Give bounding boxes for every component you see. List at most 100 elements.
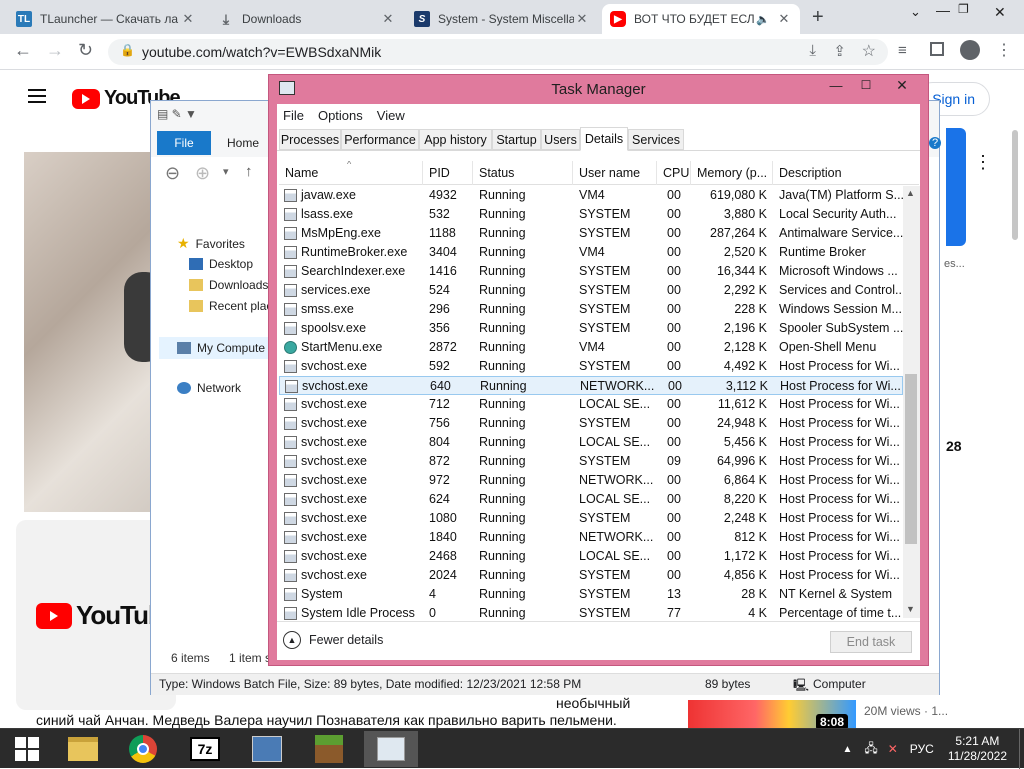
share-icon[interactable]: ⇪ bbox=[833, 42, 846, 60]
end-task-button[interactable]: End task bbox=[830, 631, 912, 653]
fewer-details-button[interactable]: ▲ Fewer details bbox=[283, 631, 383, 649]
forward-icon[interactable]: → bbox=[46, 40, 64, 61]
table-row[interactable]: svchost.exe 2024 Running SYSTEM 00 4,856 K Hos… bbox=[279, 566, 903, 585]
nav-my-computer[interactable]: My Compute bbox=[159, 337, 271, 359]
close-icon[interactable]: ✕ bbox=[180, 11, 196, 27]
sidebar-ad-banner[interactable] bbox=[946, 128, 966, 246]
table-row[interactable]: spoolsv.exe 356 Running SYSTEM 00 2,196 K Spoo… bbox=[279, 319, 903, 338]
tab-startup[interactable]: Startup bbox=[492, 129, 541, 150]
menu-file[interactable]: File bbox=[283, 108, 304, 123]
taskbar-minecraft[interactable] bbox=[302, 731, 356, 767]
table-row[interactable]: SearchIndexer.exe 1416 Running SYSTEM 00 16,3… bbox=[279, 262, 903, 281]
chevron-down-icon[interactable]: ▾ bbox=[223, 165, 229, 178]
hamburger-menu-icon[interactable] bbox=[28, 89, 46, 103]
column-header-pid[interactable]: PID bbox=[423, 161, 473, 185]
table-row[interactable]: lsass.exe 532 Running SYSTEM 00 3,880 K Local … bbox=[279, 205, 903, 224]
forward-icon[interactable]: ⊕ bbox=[195, 163, 210, 184]
table-row[interactable]: System Idle Process 0 Running SYSTEM 77 4 K Pe… bbox=[279, 604, 903, 621]
close-icon[interactable]: ✕ bbox=[881, 75, 923, 95]
tab-performance[interactable]: Performance bbox=[341, 129, 419, 150]
bookmark-star-icon[interactable]: ☆ bbox=[862, 41, 876, 61]
table-row[interactable]: svchost.exe 756 Running SYSTEM 00 24,948 K Hos… bbox=[279, 414, 903, 433]
column-header-status[interactable]: Status bbox=[473, 161, 573, 185]
page-scrollbar[interactable] bbox=[1012, 130, 1018, 240]
table-row[interactable]: smss.exe 296 Running SYSTEM 00 228 K Windows S… bbox=[279, 300, 903, 319]
menu-view[interactable]: View bbox=[377, 108, 405, 123]
install-icon[interactable]: ⤓ bbox=[809, 42, 816, 59]
table-row[interactable]: svchost.exe 2468 Running LOCAL SE... 00 1,172… bbox=[279, 547, 903, 566]
taskbar-chrome[interactable] bbox=[116, 731, 170, 767]
volume-muted-icon[interactable]: ✕ bbox=[888, 742, 898, 756]
table-row[interactable]: svchost.exe 624 Running LOCAL SE... 00 8,220 … bbox=[279, 490, 903, 509]
network-status-icon[interactable]: 🖧 bbox=[864, 739, 877, 760]
chevron-up-icon[interactable]: ▲ bbox=[842, 744, 852, 755]
column-header-user[interactable]: User name bbox=[573, 161, 657, 185]
close-window-icon[interactable]: ✕ bbox=[994, 4, 1006, 21]
table-row[interactable]: javaw.exe 4932 Running VM4 00 619,080 K Java(T… bbox=[279, 186, 903, 205]
table-row[interactable]: StartMenu.exe 2872 Running VM4 00 2,128 K Open… bbox=[279, 338, 903, 357]
back-icon[interactable]: ← bbox=[14, 40, 32, 61]
taskbar-control-panel[interactable] bbox=[240, 731, 294, 767]
tab-tlauncher[interactable]: TL TLauncher — Скачать ла ✕ bbox=[8, 4, 204, 34]
vertical-scrollbar[interactable]: ▲ ▼ bbox=[903, 186, 920, 618]
maximize-icon[interactable]: ☐ bbox=[851, 75, 881, 95]
tab-services[interactable]: Services bbox=[628, 129, 684, 150]
table-row[interactable]: svchost.exe 972 Running NETWORK... 00 6,864 K… bbox=[279, 471, 903, 490]
chrome-menu-icon[interactable]: ⋮ bbox=[996, 40, 1012, 60]
taskbar-task-manager[interactable] bbox=[364, 731, 418, 767]
scroll-down-icon[interactable]: ▼ bbox=[906, 604, 915, 614]
task-manager-window[interactable]: Task Manager — ☐ ✕ File Options View Pro… bbox=[268, 74, 929, 666]
profile-avatar[interactable] bbox=[960, 40, 980, 60]
table-row[interactable]: System 4 Running SYSTEM 13 28 K NT Kernel & Sy… bbox=[279, 585, 903, 604]
address-bar[interactable]: 🔒 youtube.com/watch?v=EWBSdxaNMik ⤓ ⇪ ☆ bbox=[108, 39, 888, 65]
more-options-icon[interactable]: ⋮ bbox=[974, 152, 992, 173]
start-button[interactable] bbox=[0, 731, 54, 767]
table-row[interactable]: svchost.exe 1080 Running SYSTEM 00 2,248 K Hos… bbox=[279, 509, 903, 528]
tab-users[interactable]: Users bbox=[541, 129, 580, 150]
nav-recent-places[interactable]: Recent plac bbox=[189, 299, 272, 313]
close-icon[interactable]: ✕ bbox=[776, 11, 792, 27]
restore-icon[interactable]: ❐ bbox=[958, 2, 969, 16]
scrollbar-thumb[interactable] bbox=[905, 374, 917, 544]
media-control-icon[interactable]: ≡ bbox=[898, 42, 907, 59]
close-icon[interactable]: ✕ bbox=[380, 11, 396, 27]
up-icon[interactable]: ↑ bbox=[245, 163, 253, 180]
minimize-icon[interactable]: — bbox=[821, 75, 851, 95]
nav-downloads[interactable]: Downloads bbox=[189, 278, 268, 292]
tab-details[interactable]: Details bbox=[580, 127, 628, 151]
table-row[interactable]: svchost.exe 640 Running NETWORK... 00 3,112 K… bbox=[279, 376, 903, 395]
scroll-up-icon[interactable]: ▲ bbox=[906, 188, 915, 198]
nav-favorites[interactable]: ★ Favorites bbox=[177, 235, 245, 252]
tab-app-history[interactable]: App history bbox=[419, 129, 492, 150]
table-row[interactable]: svchost.exe 872 Running SYSTEM 09 64,996 K Hos… bbox=[279, 452, 903, 471]
table-row[interactable]: svchost.exe 1840 Running NETWORK... 00 812 K H… bbox=[279, 528, 903, 547]
show-desktop-button[interactable] bbox=[1019, 729, 1024, 769]
column-header-cpu[interactable]: CPU bbox=[657, 161, 691, 185]
table-row[interactable]: svchost.exe 712 Running LOCAL SE... 00 11,612… bbox=[279, 395, 903, 414]
quick-access-toolbar-icon[interactable]: ▤ ✎ ▼ bbox=[157, 107, 197, 121]
task-manager-titlebar[interactable]: Task Manager — ☐ ✕ bbox=[269, 75, 928, 103]
taskbar-file-explorer[interactable] bbox=[56, 731, 110, 767]
speaker-icon[interactable]: 🔈 bbox=[756, 13, 770, 26]
column-header-description[interactable]: Description bbox=[773, 161, 903, 185]
table-row[interactable]: svchost.exe 592 Running SYSTEM 00 4,492 K Host… bbox=[279, 357, 903, 376]
close-icon[interactable]: ✕ bbox=[574, 11, 590, 27]
language-indicator[interactable]: РУС bbox=[910, 742, 934, 756]
ribbon-tab-home[interactable]: Home bbox=[213, 131, 273, 155]
column-header-name[interactable]: Name ^ bbox=[279, 161, 423, 185]
tab-system[interactable]: S System - System Miscella ✕ bbox=[406, 4, 598, 34]
taskbar-7zip[interactable]: 7z bbox=[178, 731, 232, 767]
chevron-down-icon[interactable]: ⌄ bbox=[910, 4, 921, 20]
table-row[interactable]: RuntimeBroker.exe 3404 Running VM4 00 2,520 K… bbox=[279, 243, 903, 262]
reload-icon[interactable]: ↻ bbox=[78, 40, 93, 61]
nav-desktop[interactable]: Desktop bbox=[189, 257, 253, 271]
tab-downloads[interactable]: ⤓ Downloads ✕ bbox=[210, 4, 404, 34]
ribbon-tab-file[interactable]: File bbox=[157, 131, 211, 155]
menu-options[interactable]: Options bbox=[318, 108, 363, 123]
clock[interactable]: 5:21 AM 11/28/2022 bbox=[948, 734, 1007, 764]
help-icon[interactable]: ? bbox=[929, 137, 941, 149]
sidepanel-icon[interactable] bbox=[930, 42, 944, 56]
new-tab-button[interactable]: + bbox=[812, 6, 824, 29]
table-row[interactable]: svchost.exe 804 Running LOCAL SE... 00 5,456 … bbox=[279, 433, 903, 452]
minimize-icon[interactable]: — bbox=[936, 2, 950, 18]
